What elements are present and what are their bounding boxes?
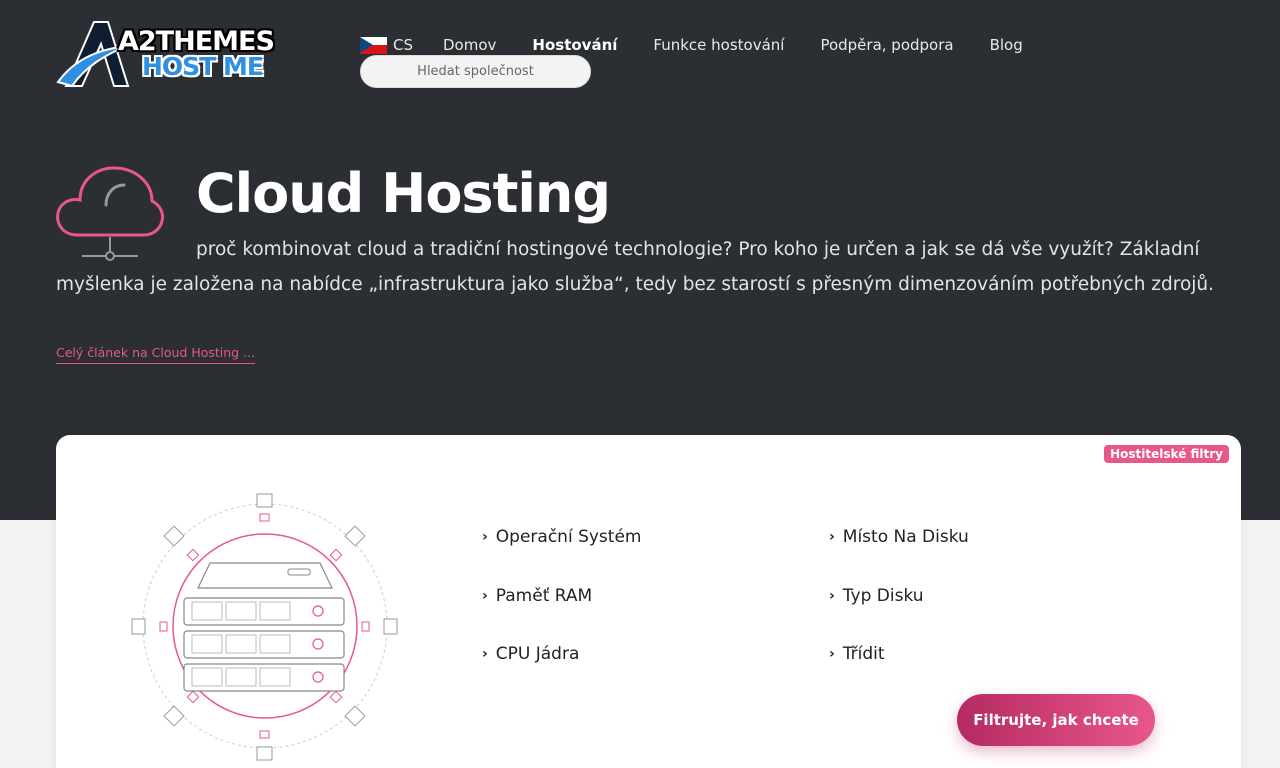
chevron-right-icon: › xyxy=(482,588,488,604)
nav-podpora[interactable]: Podpěra, podpora xyxy=(820,36,953,54)
czech-flag-icon xyxy=(360,36,387,54)
chevron-right-icon: › xyxy=(829,529,835,545)
main-nav: CS Domov Hostování Funkce hostování Podp… xyxy=(360,36,1059,54)
server-illustration xyxy=(131,493,398,761)
filter-card: Hostitelské filtry › Operační Systém › M… xyxy=(56,435,1241,768)
language-code: CS xyxy=(393,36,413,54)
filter-disk-space[interactable]: › Místo Na Disku xyxy=(829,527,969,547)
filter-operating-system[interactable]: › Operační Systém xyxy=(482,527,641,547)
logo-line2: HOST ME xyxy=(142,52,264,81)
chevron-right-icon: › xyxy=(829,588,835,604)
search-input[interactable]: Hledat společnost xyxy=(360,55,591,88)
filter-sort[interactable]: › Třídit xyxy=(829,644,885,664)
filters-badge: Hostitelské filtry xyxy=(1104,445,1229,463)
chevron-right-icon: › xyxy=(482,646,488,662)
filter-cpu-cores[interactable]: › CPU Jádra xyxy=(482,644,579,664)
read-more-link[interactable]: Celý článek na Cloud Hosting ... xyxy=(56,345,256,364)
nav-blog[interactable]: Blog xyxy=(990,36,1023,54)
chevron-right-icon: › xyxy=(829,646,835,662)
nav-funkce-hostovani[interactable]: Funkce hostování xyxy=(653,36,784,54)
language-switcher[interactable]: CS xyxy=(360,36,413,54)
nav-domov[interactable]: Domov xyxy=(443,36,496,54)
filter-submit-button[interactable]: Filtrujte, jak chcete xyxy=(957,694,1155,746)
filter-ram[interactable]: › Paměť RAM xyxy=(482,586,592,606)
page-description: proč kombinovat cloud a tradiční hosting… xyxy=(56,239,1215,295)
chevron-right-icon: › xyxy=(482,529,488,545)
nav-hostovani[interactable]: Hostování xyxy=(532,36,617,54)
site-logo[interactable]: A2THEMES HOST ME xyxy=(56,18,296,90)
page-title: Cloud Hosting xyxy=(196,162,611,225)
filter-disk-type[interactable]: › Typ Disku xyxy=(829,586,924,606)
